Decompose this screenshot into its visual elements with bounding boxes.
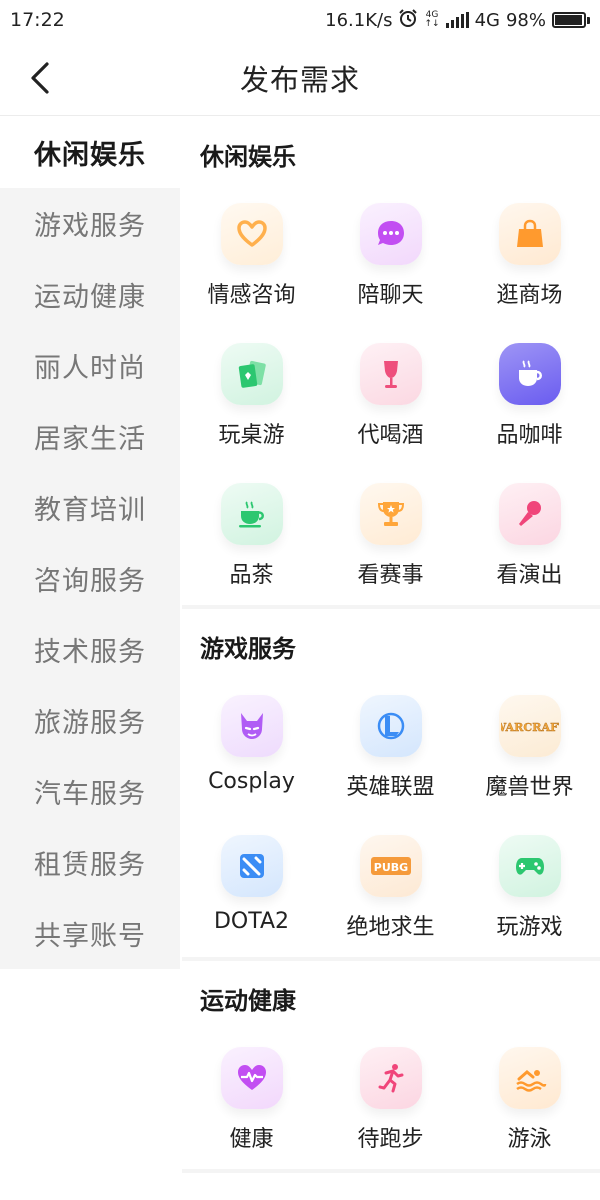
sidebar-item[interactable]: 运动健康 <box>0 259 180 330</box>
chat-bubble-icon <box>359 203 422 265</box>
page-title: 发布需求 <box>239 62 360 97</box>
service-content: 休闲娱乐情感咨询 陪聊天 逛商场玩桌游 代喝酒 品咖啡品茶 看赛事 看演出游戏服务 Cospl… <box>182 117 600 1200</box>
service-tile[interactable]: 品咖啡 <box>460 325 599 465</box>
sidebar-item[interactable]: 游戏服务 <box>0 188 180 259</box>
tile-label: 英雄联盟 <box>346 775 435 800</box>
cosplay-mask-icon <box>220 695 283 757</box>
service-tile[interactable]: DOTA2 <box>182 817 321 957</box>
service-grid: 情感咨询 陪聊天 逛商场玩桌游 代喝酒 品咖啡品茶 看赛事 看演出 <box>182 185 600 605</box>
sidebar-item[interactable]: 汽车服务 <box>0 756 180 827</box>
service-tile[interactable]: 玩桌游 <box>182 325 321 465</box>
service-tile[interactable]: 情感咨询 <box>182 185 321 325</box>
service-section: 游戏服务 Cosplay 英雄联盟 WARCRAFT 魔兽世界 DOTA2 PUBG 绝地求生… <box>182 609 600 961</box>
section-title: 游戏服务 <box>200 635 296 663</box>
sidebar-item[interactable]: 租赁服务 <box>0 827 180 898</box>
battery-icon <box>552 12 590 28</box>
coffee-cup-icon <box>498 343 561 405</box>
gamepad-icon <box>498 835 561 897</box>
pubg-logo-icon: PUBG <box>359 835 422 897</box>
tile-label: 健康 <box>229 1127 274 1152</box>
network-type-small: 4G ↑↓ <box>424 11 439 29</box>
sidebar-list: 休闲娱乐 游戏服务 运动健康 丽人时尚 居家生活 教育培训 咨询服务 技术服务 旅游服务 汽车服务… <box>0 117 180 969</box>
shopping-bag-icon <box>498 203 561 265</box>
sidebar-item[interactable]: 旅游服务 <box>0 685 180 756</box>
service-tile[interactable]: PUBG 绝地求生 <box>321 817 460 957</box>
service-tile[interactable]: 逛商场 <box>460 185 599 325</box>
tile-label: 待跑步 <box>357 1127 424 1152</box>
status-indicators: 16.1K/s 4G ↑↓ 4G 98% <box>325 8 590 33</box>
category-sidebar: 休闲娱乐 游戏服务 运动健康 丽人时尚 居家生活 教育培训 咨询服务 技术服务 旅游服务 汽车服务… <box>0 117 180 1200</box>
service-tile[interactable]: 看演出 <box>460 465 599 605</box>
service-tile[interactable]: Cosplay <box>182 677 321 817</box>
dota2-logo-icon <box>220 835 283 897</box>
sidebar-item[interactable]: 丽人时尚 <box>0 330 180 401</box>
service-grid: 健康 待跑步 游泳 <box>182 1029 600 1169</box>
service-tile[interactable]: 看赛事 <box>321 465 460 605</box>
tile-label: 陪聊天 <box>357 283 424 308</box>
service-tile[interactable]: 游泳 <box>460 1029 599 1169</box>
wine-glass-icon <box>359 343 422 405</box>
network-type: 4G <box>474 9 500 31</box>
section-title: 休闲娱乐 <box>200 143 296 171</box>
microphone-icon <box>498 483 561 545</box>
sidebar-item[interactable]: 咨询服务 <box>0 543 180 614</box>
runner-icon <box>359 1047 422 1109</box>
sidebar-item[interactable]: 居家生活 <box>0 401 180 472</box>
back-button[interactable] <box>20 58 60 98</box>
tile-label: 游泳 <box>507 1127 552 1152</box>
lol-logo-icon <box>359 695 422 757</box>
service-tile[interactable]: 健康 <box>182 1029 321 1169</box>
alarm-icon <box>398 8 418 33</box>
service-grid: Cosplay 英雄联盟 WARCRAFT 魔兽世界 DOTA2 PUBG 绝地求生 玩游戏 <box>182 677 600 957</box>
tile-label: 看赛事 <box>357 563 424 588</box>
service-tile[interactable]: 英雄联盟 <box>321 677 460 817</box>
tile-label: Cosplay <box>208 769 295 794</box>
heart-pulse-icon <box>220 1047 283 1109</box>
service-section: 运动健康健康 待跑步 游泳 <box>182 961 600 1173</box>
service-tile[interactable]: 陪聊天 <box>321 185 460 325</box>
service-tile[interactable]: 待跑步 <box>321 1029 460 1169</box>
service-section: 休闲娱乐情感咨询 陪聊天 逛商场玩桌游 代喝酒 品咖啡品茶 看赛事 看演出 <box>182 117 600 609</box>
tile-label: 品茶 <box>229 563 274 588</box>
service-tile[interactable]: 玩游戏 <box>460 817 599 957</box>
battery-percent: 98% <box>505 9 546 31</box>
swimmer-icon <box>498 1047 561 1109</box>
service-tile[interactable]: 代喝酒 <box>321 325 460 465</box>
tile-label: 情感咨询 <box>207 283 296 308</box>
tile-label: 代喝酒 <box>357 423 424 448</box>
sidebar-item[interactable]: 技术服务 <box>0 614 180 685</box>
network-speed: 16.1K/s <box>325 9 393 31</box>
tile-label: DOTA2 <box>213 909 290 934</box>
tile-label: 玩桌游 <box>218 423 285 448</box>
heart-icon <box>220 203 283 265</box>
playing-cards-icon <box>220 343 283 405</box>
service-tile[interactable]: WARCRAFT 魔兽世界 <box>460 677 599 817</box>
sidebar-item[interactable]: 教育培训 <box>0 472 180 543</box>
status-bar: 17:22 16.1K/s 4G ↑↓ 4G 98% <box>0 0 600 40</box>
tile-label: 玩游戏 <box>496 915 563 940</box>
tile-label: 看演出 <box>496 563 563 588</box>
section-title: 运动健康 <box>200 987 296 1015</box>
tile-label: 逛商场 <box>496 283 563 308</box>
signal-icon <box>445 12 469 28</box>
trophy-icon <box>359 483 422 545</box>
svg-text:PUBG: PUBG <box>373 861 407 874</box>
chevron-left-icon <box>31 62 49 94</box>
service-tile[interactable]: 品茶 <box>182 465 321 605</box>
header: 发布需求 <box>0 40 600 116</box>
warcraft-logo-icon: WARCRAFT <box>498 695 561 757</box>
sidebar-item[interactable]: 共享账号 <box>0 898 180 969</box>
network-small-bottom: ↑↓ <box>424 19 440 29</box>
tile-label: 魔兽世界 <box>485 775 574 800</box>
sidebar-item[interactable]: 休闲娱乐 <box>0 117 180 188</box>
status-time: 17:22 <box>10 9 65 31</box>
tile-label: 绝地求生 <box>346 915 435 940</box>
tea-cup-icon <box>220 483 283 545</box>
svg-text:WARCRAFT: WARCRAFT <box>501 721 559 734</box>
tile-label: 品咖啡 <box>496 423 563 448</box>
